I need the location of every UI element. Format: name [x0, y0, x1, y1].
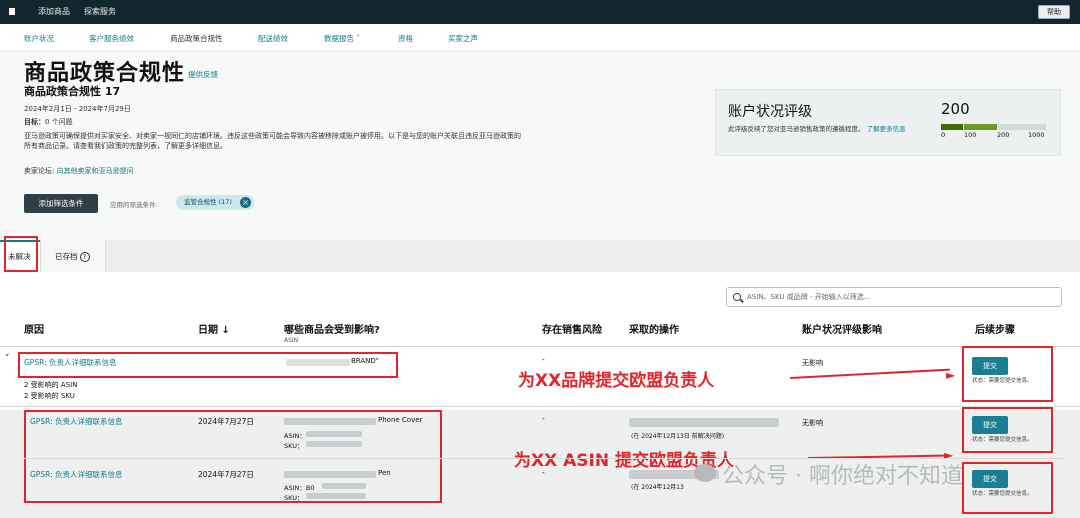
- nav-item-product-policy[interactable]: 商品政策合规性: [170, 33, 223, 44]
- scale-label-1000: 1000: [1028, 131, 1045, 139]
- row1-impact: 无影响: [802, 359, 823, 367]
- row1-affected-asin: 2 受影响的 ASIN: [24, 381, 78, 389]
- date-range: 2024年2月1日 - 2024年7月29日: [24, 105, 131, 113]
- header-risk: 存在销售风险: [542, 325, 602, 336]
- account-health-card: [715, 89, 1061, 156]
- row2-risk: -: [542, 414, 545, 423]
- annotation-box-tab: [4, 236, 38, 272]
- nav-item-account-health[interactable]: 账户状况: [24, 33, 54, 44]
- explore-services-link[interactable]: 探索服务: [84, 6, 116, 17]
- row1-status: 状态：需要您提交信息。: [972, 378, 1033, 384]
- header-next-steps: 后续步骤: [975, 325, 1015, 336]
- account-health-title: 账户状况评级: [728, 104, 812, 120]
- scale-label-200: 200: [997, 131, 1010, 139]
- row2-status: 状态：需要您提交信息。: [972, 437, 1033, 443]
- score-bar-segment-2: [964, 124, 997, 130]
- submit-button[interactable]: 提交: [972, 416, 1008, 434]
- header-reason: 原因: [24, 325, 44, 336]
- filter-chip[interactable]: 监管合规性 (17) ×: [176, 195, 254, 210]
- account-health-description: 此评级反映了您对亚马逊销售政策的遵循程度。 了解更多信息: [728, 125, 906, 133]
- wechat-icon: [694, 464, 716, 482]
- nav-item-reports[interactable]: 数据报告 ˅: [324, 33, 360, 44]
- blurred-sku: [306, 493, 366, 499]
- header-products-sub: ASIN: [284, 337, 299, 344]
- row2-asin-label: ASIN：: [284, 432, 306, 440]
- row2-impact: 无影响: [802, 419, 823, 427]
- help-icon[interactable]: ?: [79, 252, 90, 262]
- header-impact: 账户状况评级影响: [802, 325, 882, 336]
- seller-forum: 卖家论坛: 向其他卖家和亚马逊提问: [24, 167, 134, 175]
- row3-action-date: (在 2024年12月13: [631, 484, 684, 491]
- header-date[interactable]: 日期 ↓: [198, 321, 230, 336]
- target: 目标：0 个问题: [24, 118, 73, 126]
- add-filter-button[interactable]: 添加筛选条件: [24, 194, 98, 213]
- nav-bar: 账户状况 客户服务绩效 商品政策合规性 配送绩效 数据报告 ˅ 资格 买家之声: [0, 24, 1080, 52]
- row2-date: 2024年7月27日: [198, 417, 254, 426]
- annotation-arrow: [789, 368, 950, 379]
- arrow-head-icon: ►: [946, 368, 956, 382]
- header-action: 采取的操作: [629, 325, 679, 336]
- submit-button[interactable]: 提交: [972, 470, 1008, 488]
- annotation-brand-note: 为XX品牌提交欧盟负责人: [518, 371, 715, 391]
- row2-sku-label: SKU：: [284, 442, 304, 450]
- row3-asin: ASIN：B0: [284, 484, 315, 492]
- feedback-link[interactable]: 提供反馈: [188, 69, 218, 80]
- blurred-asin: [322, 483, 366, 489]
- account-health-score: 200: [941, 100, 970, 118]
- row3-reason[interactable]: GPSR: 负责人详细联系信息: [30, 469, 123, 480]
- divider: [0, 346, 1080, 347]
- search-input[interactable]: ASIN、SKU 或品牌 - 开始输入以筛选...: [726, 287, 1062, 307]
- policy-description: 亚马逊政策可确保提供对买家安全、对卖家一视同仁的店铺环境。违反这些政策可能会导致…: [24, 132, 521, 150]
- nav-item-customer-service[interactable]: 客户服务绩效: [89, 33, 134, 44]
- nav-item-shipping[interactable]: 配送绩效: [258, 33, 288, 44]
- row2-reason[interactable]: GPSR: 负责人详细联系信息: [30, 416, 123, 427]
- scale-label-100: 100: [964, 131, 977, 139]
- help-button[interactable]: 帮助: [1038, 5, 1070, 19]
- expand-chevron-icon[interactable]: ˅: [5, 354, 10, 364]
- row1-affected-sku: 2 受影响的 SKU: [24, 392, 75, 400]
- blurred-product-title: [284, 418, 376, 425]
- top-bar: 添加商品 探索服务 帮助: [0, 0, 1080, 24]
- add-product-link[interactable]: 添加商品: [38, 6, 70, 17]
- row3-status: 状态：需要您提交信息。: [972, 491, 1033, 497]
- search-icon: [733, 293, 741, 301]
- nav-item-eligibility[interactable]: 资格: [398, 33, 413, 44]
- blurred-asin: [306, 431, 362, 437]
- forum-link[interactable]: 向其他卖家和亚马逊提问: [57, 167, 134, 175]
- nav-item-voice-of-customer[interactable]: 买家之声: [448, 33, 478, 44]
- row2-action-date: (在 2024年12月13日 前解决问题): [631, 433, 725, 440]
- tab-archived-label: 已存档?: [55, 251, 90, 262]
- watermark: 公众号 · 啊你绝对不知道: [722, 464, 963, 489]
- blurred-brand: [286, 359, 350, 366]
- row1-risk: -: [542, 355, 545, 364]
- menu-icon[interactable]: [9, 8, 15, 15]
- chevron-down-icon: ˅: [354, 34, 361, 43]
- divider: [0, 406, 1080, 407]
- tab-bar: [0, 240, 1080, 272]
- score-bar-segment-3: [998, 124, 1046, 130]
- submit-button[interactable]: 提交: [972, 357, 1008, 375]
- blurred-sku: [306, 441, 362, 447]
- row2-product: Phone Cover: [378, 416, 423, 424]
- row3-date: 2024年7月27日: [198, 470, 254, 479]
- blurred-product-title: [284, 471, 376, 478]
- row3-sku-label: SKU：: [284, 494, 304, 502]
- applied-filters-label: 应用的筛选条件:: [110, 201, 158, 209]
- score-bar-segment-1: [941, 124, 963, 130]
- row1-brand: BRAND": [351, 357, 380, 365]
- blurred-action: [629, 418, 779, 427]
- scale-label-0: 0: [941, 131, 946, 139]
- row3-product: Pen: [378, 469, 391, 477]
- row3-risk: -: [542, 468, 545, 477]
- close-icon[interactable]: ×: [240, 197, 251, 208]
- learn-more-link[interactable]: 了解更多信息: [867, 125, 906, 133]
- page-subtitle: 商品政策合规性 17: [24, 85, 121, 98]
- header-products: 哪些商品会受到影响?: [284, 325, 380, 336]
